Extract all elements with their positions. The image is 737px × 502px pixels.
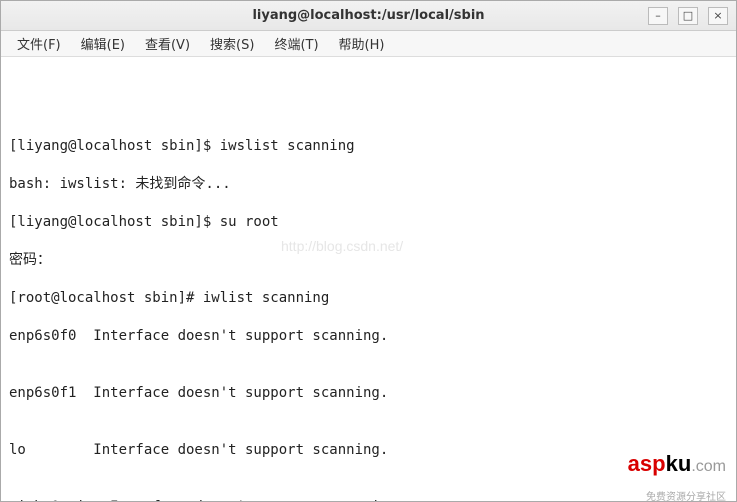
- terminal-line: [root@localhost sbin]# iwlist scanning: [9, 289, 728, 308]
- terminal-line: virbr0-nic Interface doesn't support sca…: [9, 498, 728, 501]
- site-logo-subtitle: 免费资源分享社区: [646, 488, 726, 501]
- minimize-button[interactable]: –: [648, 7, 668, 25]
- terminal-line: 密码：: [9, 251, 728, 270]
- logo-letter: s: [640, 451, 652, 476]
- terminal-line: bash: iwslist: 未找到命令...: [9, 175, 728, 194]
- window-title: liyang@localhost:/usr/local/sbin: [1, 8, 736, 23]
- logo-letter: u: [678, 451, 691, 476]
- logo-letter: p: [652, 451, 665, 476]
- terminal-line: enp6s0f0 Interface doesn't support scann…: [9, 327, 728, 346]
- menu-help[interactable]: 帮助(H): [329, 32, 395, 55]
- logo-domain: .com: [691, 458, 726, 475]
- maximize-icon: □: [683, 9, 693, 22]
- menu-edit[interactable]: 编辑(E): [71, 32, 135, 55]
- logo-letter: a: [628, 451, 640, 476]
- logo-letter: k: [666, 451, 678, 476]
- menu-bar: 文件(F) 编辑(E) 查看(V) 搜索(S) 终端(T) 帮助(H): [1, 31, 736, 57]
- close-button[interactable]: ×: [708, 7, 728, 25]
- minimize-icon: –: [655, 9, 661, 22]
- terminal-line: [liyang@localhost sbin]$ iwslist scannin…: [9, 137, 728, 156]
- menu-view[interactable]: 查看(V): [135, 32, 200, 55]
- menu-search[interactable]: 搜索(S): [200, 32, 264, 55]
- menu-file[interactable]: 文件(F): [7, 32, 71, 55]
- terminal-line: enp6s0f1 Interface doesn't support scann…: [9, 384, 728, 403]
- maximize-button[interactable]: □: [678, 7, 698, 25]
- menu-terminal[interactable]: 终端(T): [264, 32, 328, 55]
- close-icon: ×: [713, 9, 722, 22]
- window-titlebar: liyang@localhost:/usr/local/sbin – □ ×: [1, 1, 736, 31]
- terminal-line: [liyang@localhost sbin]$ su root: [9, 213, 728, 232]
- site-logo: aspku.com: [603, 435, 726, 495]
- terminal-output[interactable]: http://blog.csdn.net/ [liyang@localhost …: [1, 57, 736, 501]
- window-controls: – □ ×: [648, 1, 728, 30]
